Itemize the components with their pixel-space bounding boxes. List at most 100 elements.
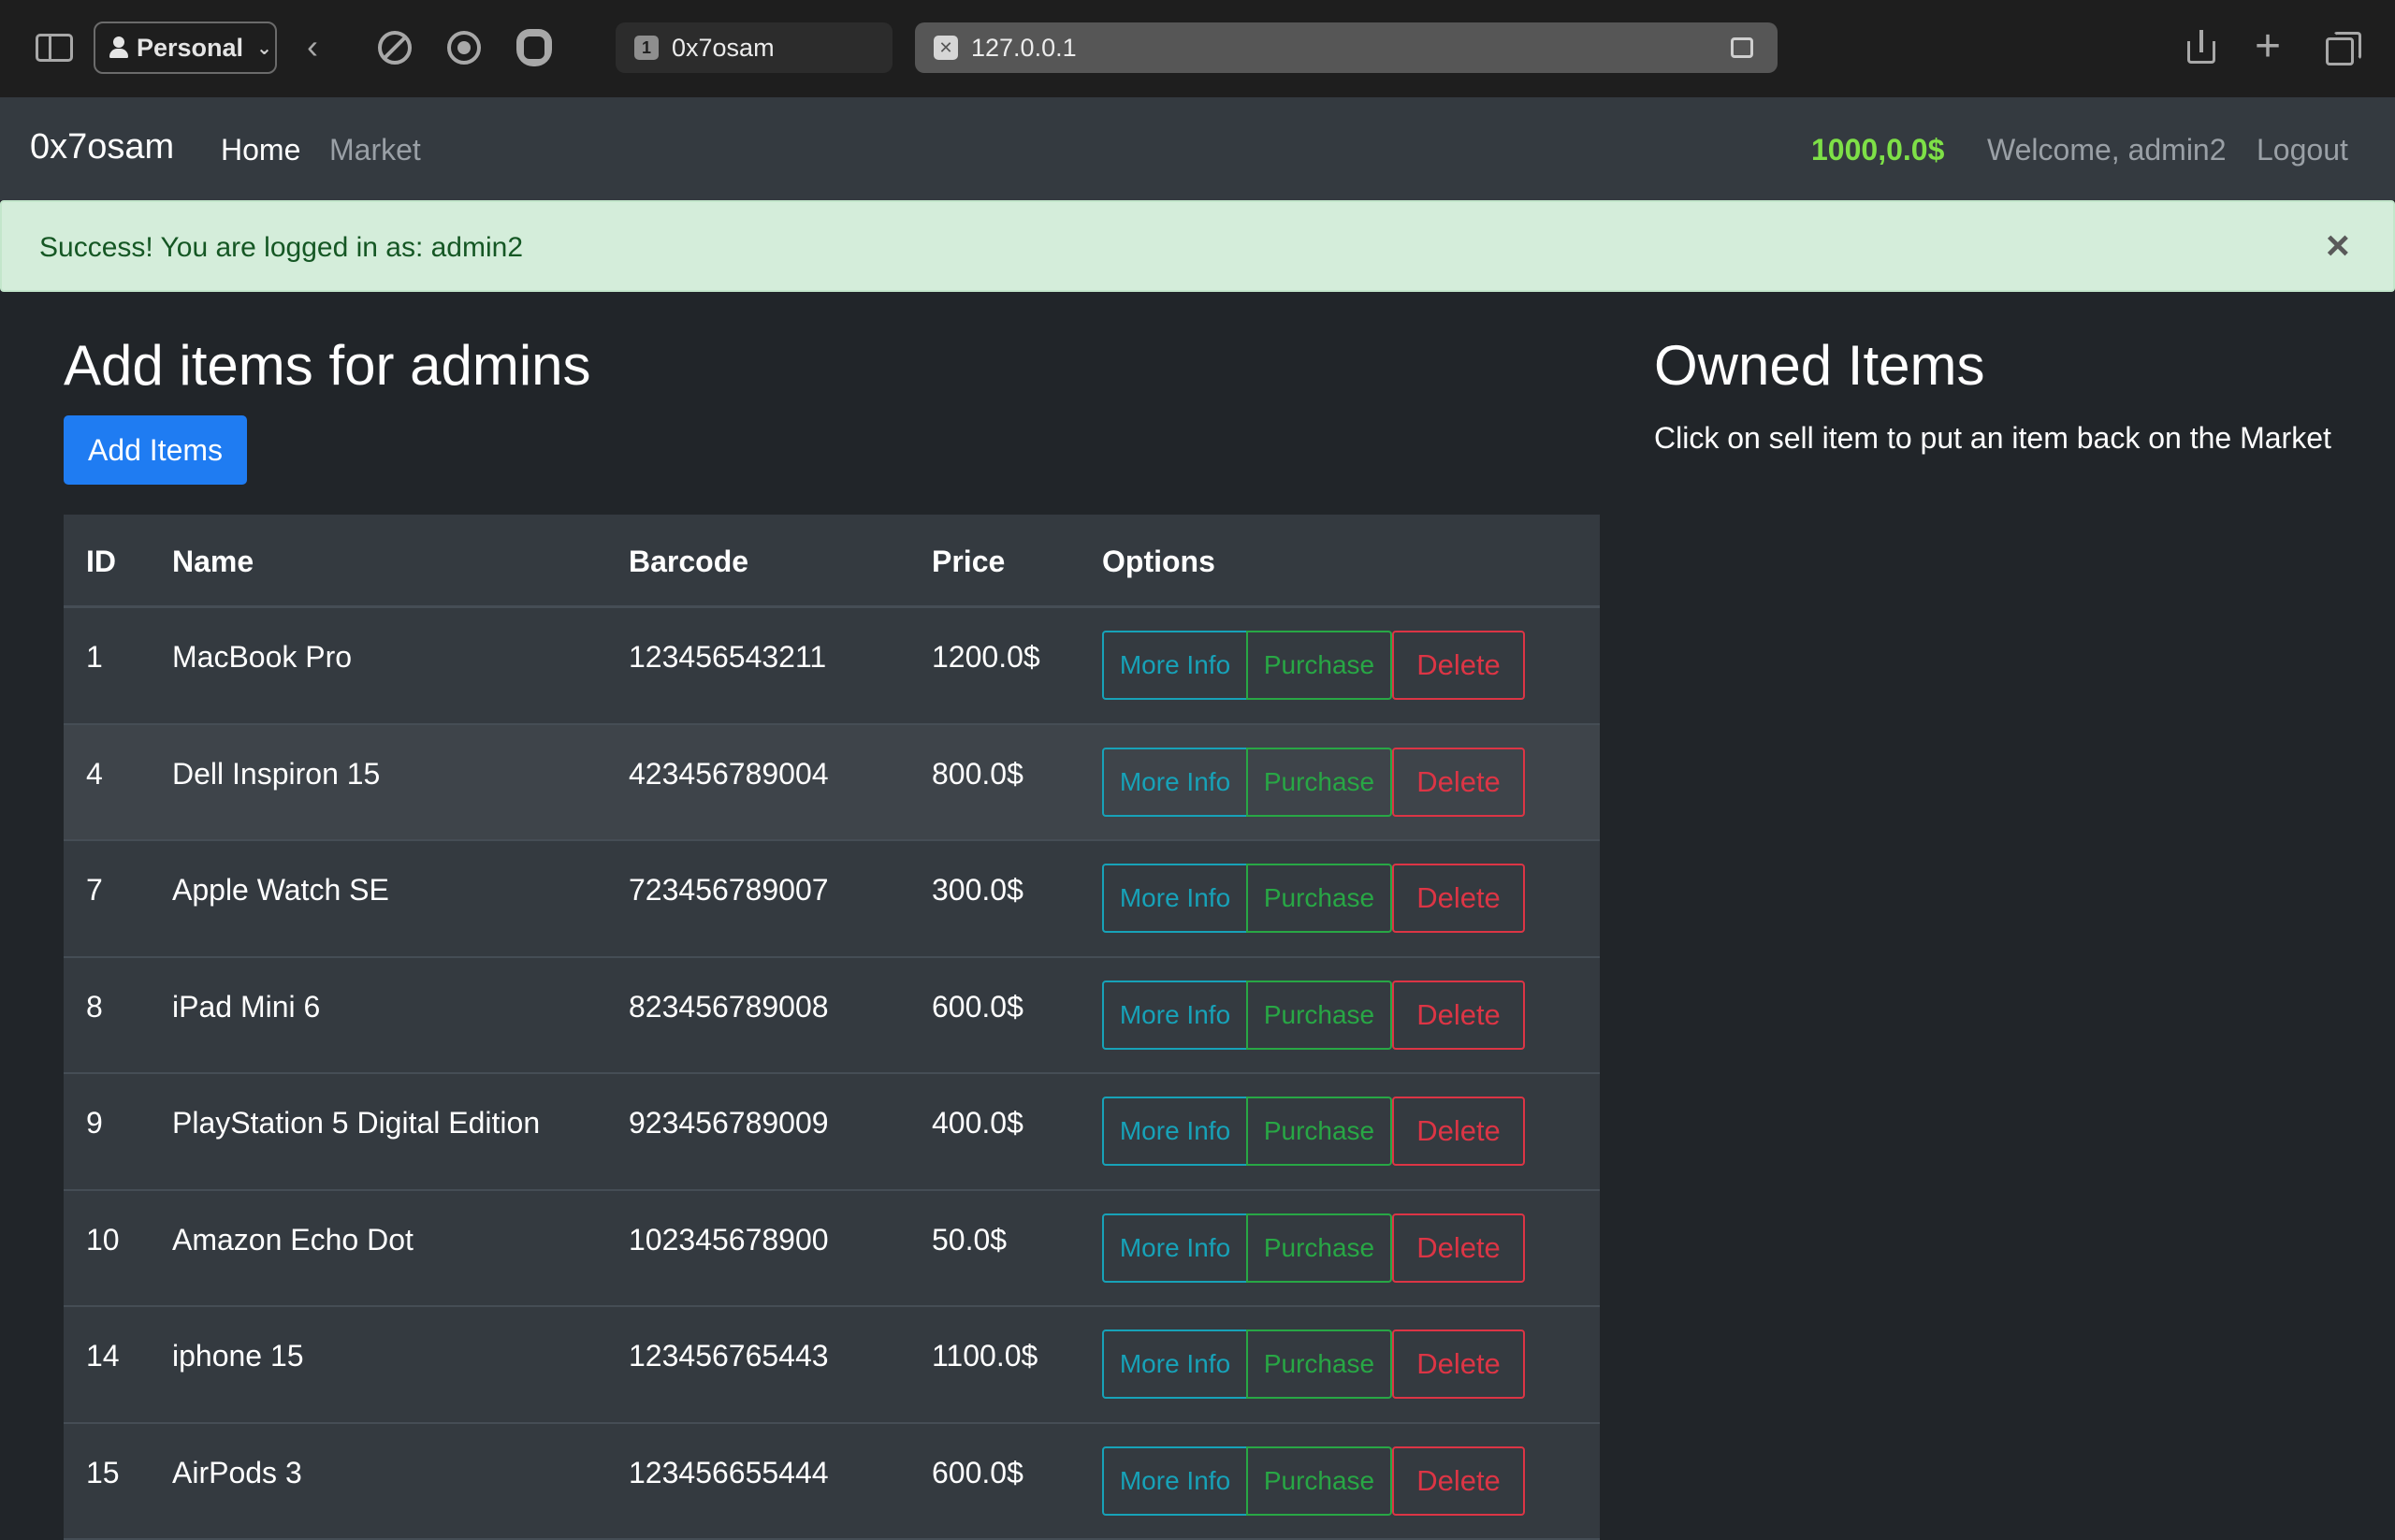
cell-price: 1100.0$ <box>932 1339 1038 1373</box>
cell-name: iphone 15 <box>172 1339 304 1373</box>
cell-barcode: 102345678900 <box>629 1223 829 1257</box>
record-icon[interactable] <box>447 31 481 65</box>
delete-button[interactable]: Delete <box>1392 748 1525 817</box>
app-navbar: 0x7osam Home Market 1000,0.0$ Welcome, a… <box>0 97 2395 200</box>
cell-name: Dell Inspiron 15 <box>172 757 380 792</box>
privacy-shield-icon[interactable] <box>516 29 552 66</box>
table-row: 4Dell Inspiron 15423456789004800.0$More … <box>64 725 1600 842</box>
cell-id: 8 <box>86 990 103 1024</box>
row-options: More InfoPurchaseDelete <box>1102 748 1525 817</box>
add-items-button[interactable]: Add Items <box>64 415 247 485</box>
delete-button[interactable]: Delete <box>1392 1329 1525 1399</box>
cell-name: AirPods 3 <box>172 1456 302 1490</box>
delete-button[interactable]: Delete <box>1392 1213 1525 1283</box>
more-info-button[interactable]: More Info <box>1102 1097 1248 1166</box>
table-header: ID Name Barcode Price Options <box>64 515 1600 608</box>
cell-price: 800.0$ <box>932 757 1023 792</box>
row-options: More InfoPurchaseDelete <box>1102 1329 1525 1399</box>
more-info-button[interactable]: More Info <box>1102 1213 1248 1283</box>
tab-title: 127.0.0.1 <box>971 34 1077 63</box>
new-tab-icon[interactable]: + <box>2255 21 2281 73</box>
table-row: 8 iPad Mini 6 823456789008 600.0$ More InfoP… <box>64 958 1600 1075</box>
tab-localhost[interactable]: ✕ 127.0.0.1 <box>915 22 1778 73</box>
owned-items-title: Owned Items <box>1654 333 1984 398</box>
logout-link[interactable]: Logout <box>2257 133 2348 167</box>
back-icon[interactable]: ‹ <box>307 28 318 65</box>
tab-favicon: ✕ <box>934 36 958 60</box>
more-info-button[interactable]: More Info <box>1102 748 1248 817</box>
cell-name: Apple Watch SE <box>172 873 389 908</box>
share-icon[interactable] <box>2187 30 2215 64</box>
column-header-id: ID <box>86 545 116 579</box>
cell-barcode: 423456789004 <box>629 757 829 792</box>
purchase-button[interactable]: Purchase <box>1246 981 1392 1050</box>
more-info-button[interactable]: More Info <box>1102 864 1248 933</box>
close-icon[interactable]: × <box>2326 223 2350 269</box>
column-header-options: Options <box>1102 545 1215 579</box>
cell-id: 14 <box>86 1339 120 1373</box>
cell-price: 300.0$ <box>932 873 1023 908</box>
budget-display: 1000,0.0$ <box>1811 133 1944 167</box>
row-options: More InfoPurchaseDelete <box>1102 631 1525 700</box>
purchase-button[interactable]: Purchase <box>1246 631 1392 700</box>
cell-id: 10 <box>86 1223 120 1257</box>
brand-link[interactable]: 0x7osam <box>30 127 174 167</box>
sidebar-toggle-icon[interactable] <box>36 34 73 62</box>
more-info-button[interactable]: More Info <box>1102 1446 1248 1516</box>
delete-button[interactable]: Delete <box>1392 864 1525 933</box>
nav-home-link[interactable]: Home <box>221 133 300 167</box>
row-options: More InfoPurchaseDelete <box>1102 1446 1525 1516</box>
purchase-button[interactable]: Purchase <box>1246 864 1392 933</box>
cell-name: PlayStation 5 Digital Edition <box>172 1106 540 1140</box>
tab-title: 0x7osam <box>672 34 775 63</box>
table-row: 9PlayStation 5 Digital Edition9234567890… <box>64 1074 1600 1191</box>
delete-button[interactable]: Delete <box>1392 981 1525 1050</box>
more-info-button[interactable]: More Info <box>1102 981 1248 1050</box>
cell-barcode: 823456789008 <box>629 990 829 1024</box>
table-row: 14 iphone 15 123456765443 1100.0$ More InfoP… <box>64 1307 1600 1424</box>
cell-id: 7 <box>86 873 103 908</box>
cell-name: iPad Mini 6 <box>172 990 320 1024</box>
cell-id: 9 <box>86 1106 103 1140</box>
welcome-text: Welcome, admin2 <box>1987 133 2227 167</box>
purchase-button[interactable]: Purchase <box>1246 1213 1392 1283</box>
row-options: More InfoPurchaseDelete <box>1102 864 1525 933</box>
reader-icon[interactable] <box>1731 37 1753 58</box>
tab-overview-icon[interactable] <box>2326 32 2356 62</box>
browser-toolbar: Personal ⌄ ‹ 1 0x7osam ✕ 127.0.0.1 + <box>0 0 2395 97</box>
row-options: More InfoPurchaseDelete <box>1102 1097 1525 1166</box>
row-options: More InfoPurchaseDelete <box>1102 1213 1525 1283</box>
profile-label: Personal <box>137 34 243 63</box>
more-info-button[interactable]: More Info <box>1102 631 1248 700</box>
delete-button[interactable]: Delete <box>1392 1097 1525 1166</box>
table-row: 1MacBook Pro1234565432111200.0$More Info… <box>64 608 1600 725</box>
delete-button[interactable]: Delete <box>1392 631 1525 700</box>
more-info-button[interactable]: More Info <box>1102 1329 1248 1399</box>
cell-id: 1 <box>86 640 103 675</box>
tab-favicon: 1 <box>634 36 659 60</box>
person-icon <box>109 36 129 59</box>
page-title: Add items for admins <box>64 333 591 398</box>
table-body: 1MacBook Pro1234565432111200.0$More Info… <box>64 608 1600 1540</box>
cell-name: MacBook Pro <box>172 640 352 675</box>
table-row: 15AirPods 3123456655444600.0$More InfoPu… <box>64 1424 1600 1540</box>
purchase-button[interactable]: Purchase <box>1246 1097 1392 1166</box>
column-header-name: Name <box>172 545 254 579</box>
purchase-button[interactable]: Purchase <box>1246 1329 1392 1399</box>
cell-name: Amazon Echo Dot <box>172 1223 414 1257</box>
cell-price: 600.0$ <box>932 990 1023 1024</box>
purchase-button[interactable]: Purchase <box>1246 748 1392 817</box>
purchase-button[interactable]: Purchase <box>1246 1446 1392 1516</box>
nav-market-link[interactable]: Market <box>329 133 421 167</box>
cell-barcode: 123456765443 <box>629 1339 829 1373</box>
table-row: 10 Amazon Echo Dot 102345678900 50.0$ More I… <box>64 1191 1600 1308</box>
cell-barcode: 723456789007 <box>629 873 829 908</box>
compass-icon[interactable] <box>378 31 412 65</box>
cell-price: 50.0$ <box>932 1223 1007 1257</box>
delete-button[interactable]: Delete <box>1392 1446 1525 1516</box>
success-alert: Success! You are logged in as: admin2 × <box>0 200 2395 292</box>
profile-switcher[interactable]: Personal ⌄ <box>94 22 277 74</box>
table-row: 7 Apple Watch SE 723456789007 300.0$ More In… <box>64 841 1600 958</box>
cell-price: 400.0$ <box>932 1106 1023 1140</box>
tab-0x7osam[interactable]: 1 0x7osam <box>616 22 893 73</box>
